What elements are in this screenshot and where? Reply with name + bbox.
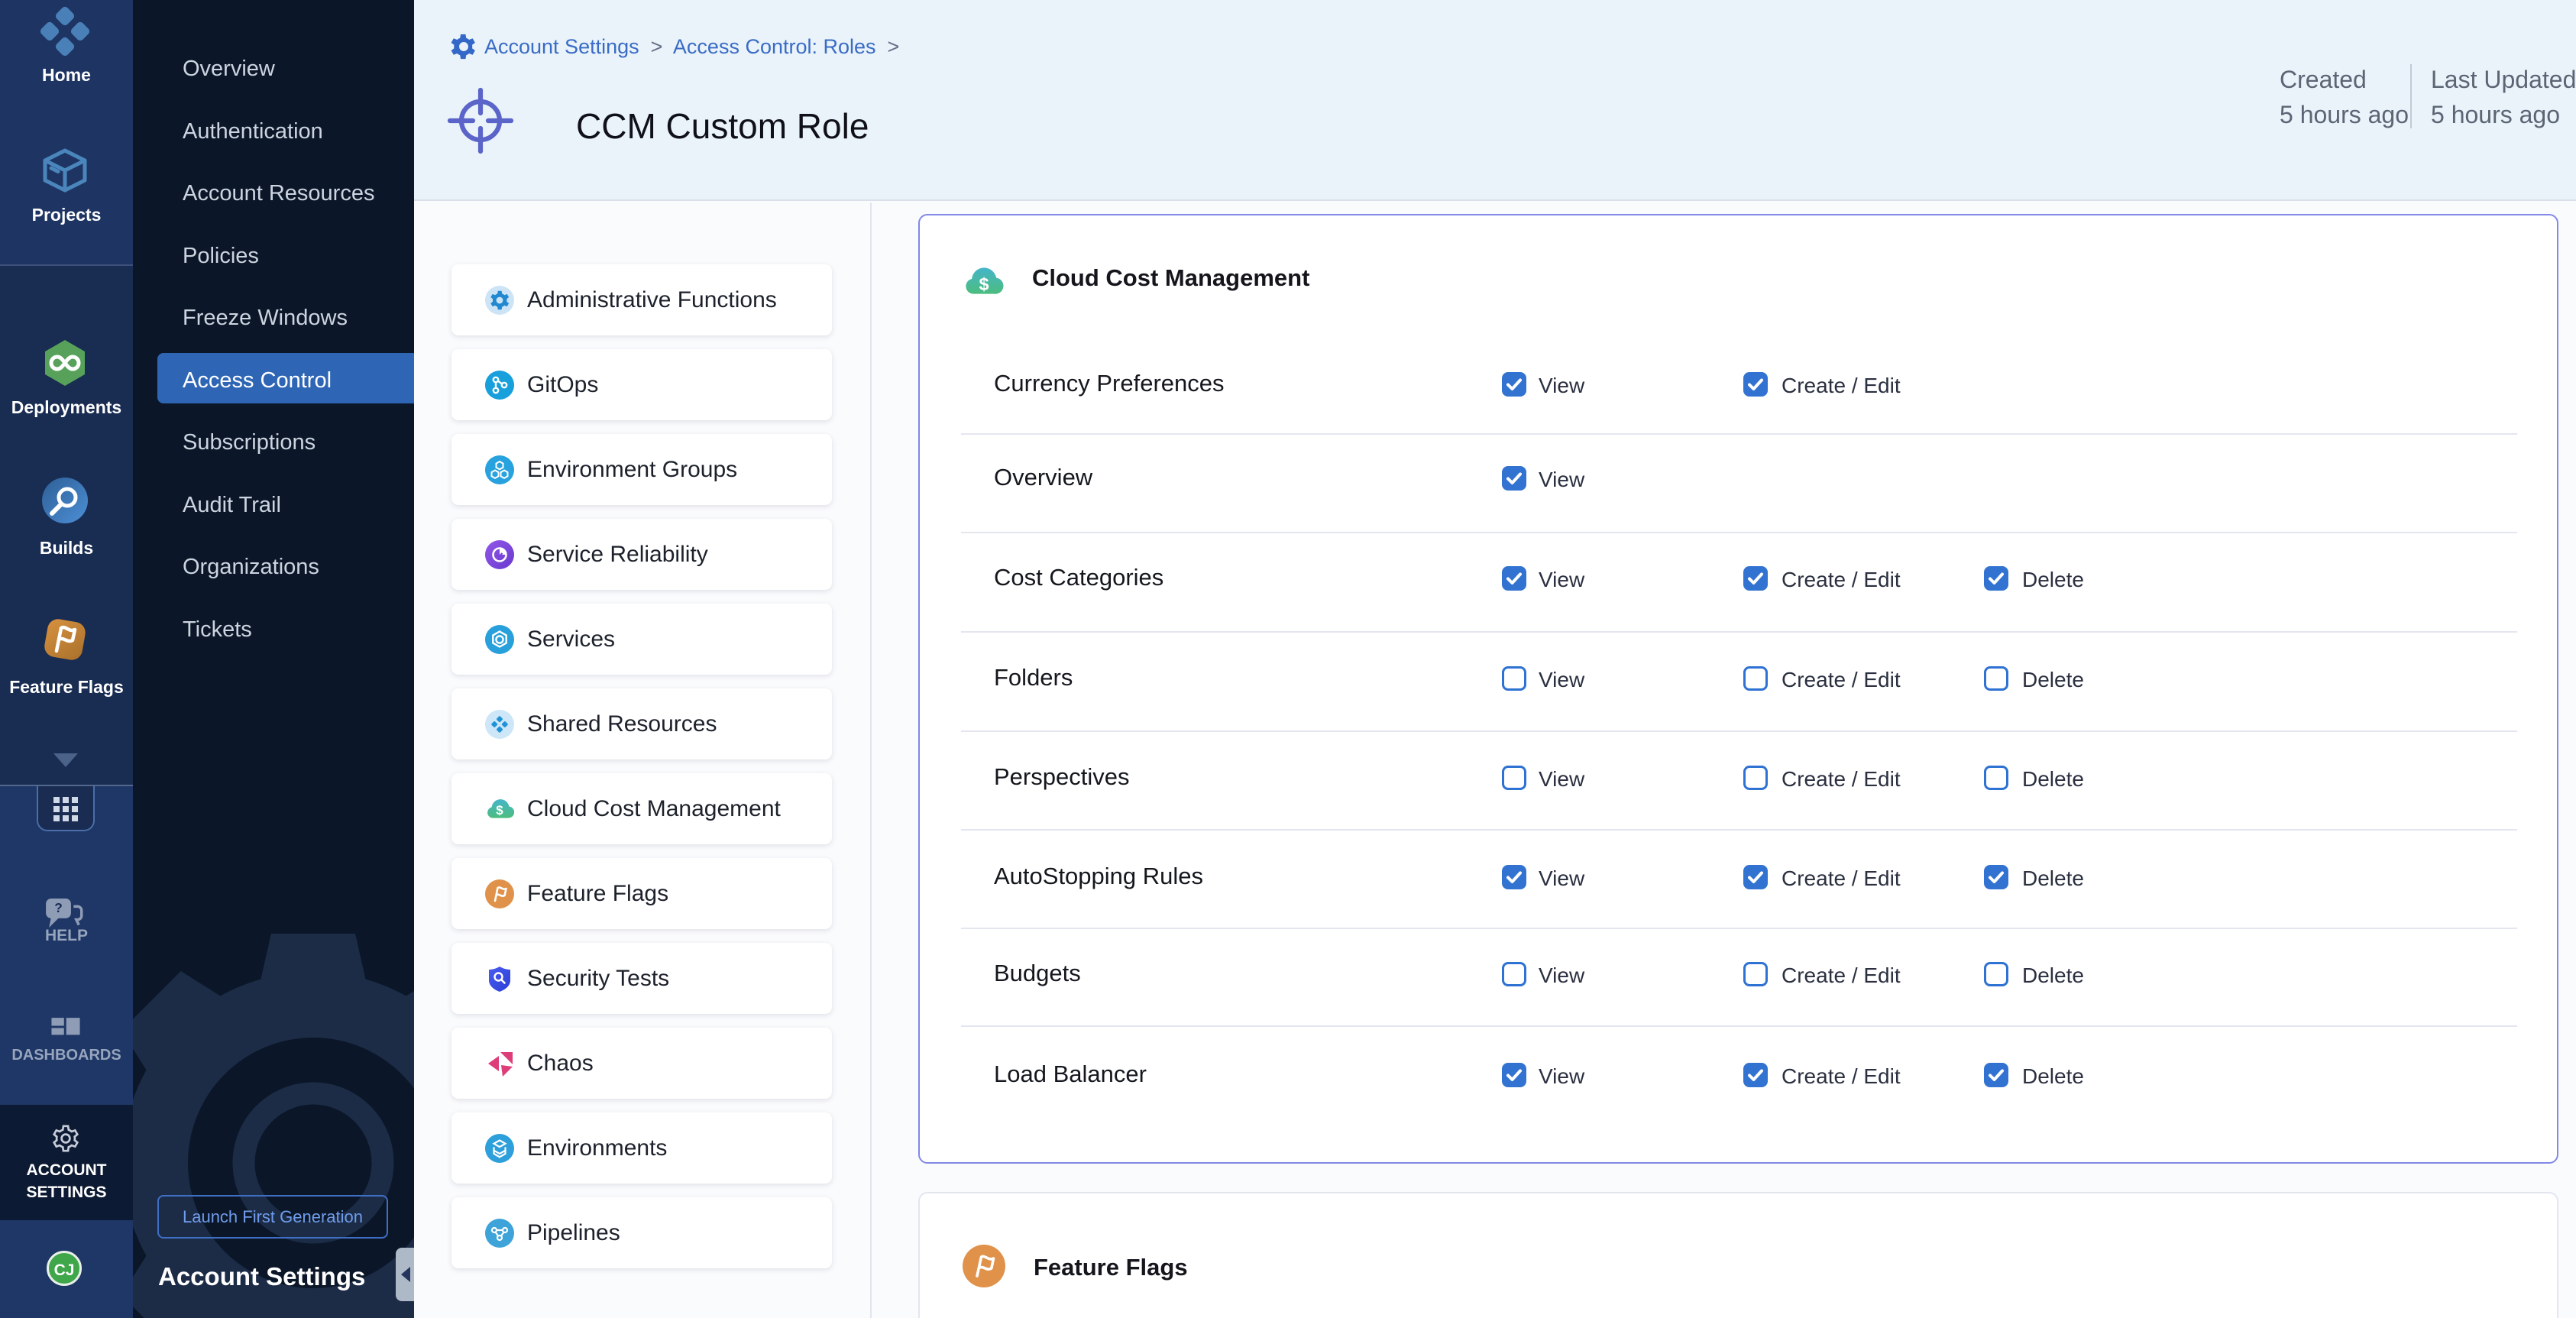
svg-text:$: $: [979, 274, 989, 294]
svg-text:$: $: [496, 803, 503, 818]
svg-text:?: ?: [54, 900, 63, 915]
